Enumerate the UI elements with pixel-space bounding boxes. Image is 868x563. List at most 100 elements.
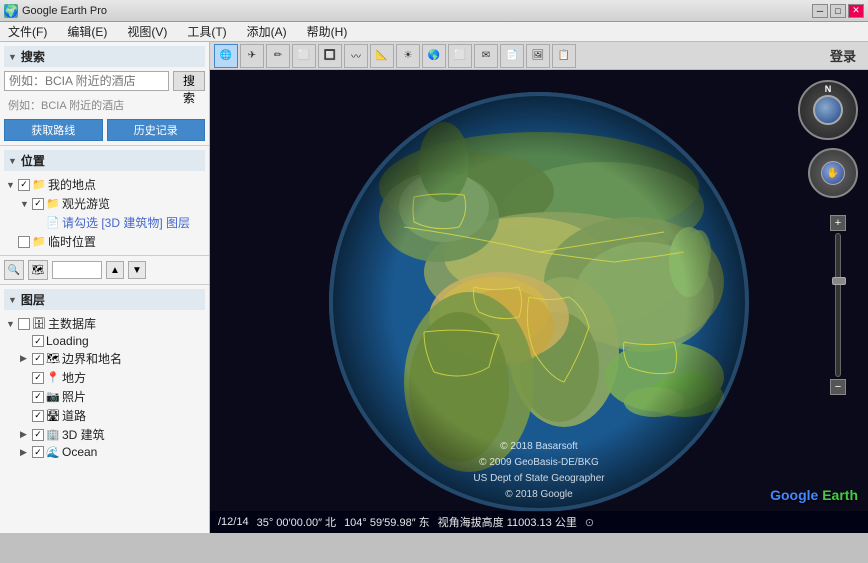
loading-expand-icon <box>20 336 30 346</box>
map-panel[interactable]: 🌐 ✈ ✏ ⬜ 🔲 〰 📐 ☀ 🌎 ⬜ ✉ 📄 🖼 📋 登录 <box>210 42 868 533</box>
ring-inner: ✋ <box>821 161 845 185</box>
toolbar-sun-btn[interactable]: ☀ <box>396 44 420 68</box>
temp-folder-icon: 📁 <box>32 235 46 249</box>
my-places-expand-icon: ▼ <box>6 180 16 190</box>
places-sightseeing[interactable]: ▼ ✓ 📁 观光游览 <box>18 194 205 213</box>
menu-add[interactable]: 添加(A) <box>243 23 291 40</box>
toolbar-rect-btn[interactable]: ⬜ <box>292 44 316 68</box>
zoom-thumb[interactable] <box>832 277 846 285</box>
zoom-slider: + − <box>830 215 846 395</box>
toolbar-circle-btn[interactable]: 🔲 <box>318 44 342 68</box>
sightseeing-container: ▼ ✓ 📁 观光游览 📄 请勾选 [3D 建筑物] 图层 <box>4 194 205 232</box>
layers-section-header[interactable]: ▼ 图层 <box>4 289 205 310</box>
ring-outer[interactable]: ✋ <box>808 148 858 198</box>
sightseeing-checkbox[interactable]: ✓ <box>32 198 44 210</box>
loading-checkbox[interactable]: ✓ <box>32 335 44 347</box>
my-places-checkbox[interactable]: ✓ <box>18 179 30 191</box>
maximize-button[interactable]: □ <box>830 4 846 18</box>
layers-section: ▼ 图层 ▼ 🗄 主数据库 ✓ Loading ▶ <box>0 285 209 533</box>
temp-expand-icon <box>6 237 16 247</box>
get-directions-button[interactable]: 获取路线 <box>4 119 103 141</box>
zoom-track[interactable] <box>835 233 841 377</box>
toolbar-street-btn[interactable]: 🌎 <box>422 44 446 68</box>
my-places-label: 我的地点 <box>48 176 96 193</box>
borders-checkbox[interactable]: ✓ <box>32 353 44 365</box>
layer-loading[interactable]: ✓ Loading <box>18 333 205 349</box>
location-input[interactable] <box>52 261 102 279</box>
toolbar-globe-btn[interactable]: 🌐 <box>214 44 238 68</box>
nav-compass: N <box>798 80 858 140</box>
close-button[interactable]: ✕ <box>848 4 864 18</box>
move-up-button[interactable]: ▲ <box>106 261 124 279</box>
layer-roads[interactable]: ✓ 🛣 道路 <box>18 406 205 425</box>
layer-local[interactable]: ✓ 📍 地方 <box>18 368 205 387</box>
ocean-expand-icon: ▶ <box>20 447 30 458</box>
layer-main-db[interactable]: ▼ 🗄 主数据库 <box>4 314 205 333</box>
places-section-label: 位置 <box>21 152 45 169</box>
main-layout: ▼ 搜索 搜索 例如：BCIA 附近的酒店 获取路线 历史记录 ▼ 位置 ▼ ✓ <box>0 42 868 533</box>
status-lat: 35° 00′00.00″ 北 <box>257 514 336 530</box>
menu-tools[interactable]: 工具(T) <box>183 23 230 40</box>
menu-edit[interactable]: 编辑(E) <box>63 23 111 40</box>
layer-borders[interactable]: ▶ ✓ 🗺 边界和地名 <box>18 349 205 368</box>
search-input[interactable] <box>4 71 169 91</box>
photos-checkbox[interactable]: ✓ <box>32 391 44 403</box>
roads-checkbox[interactable]: ✓ <box>32 410 44 422</box>
move-down-button[interactable]: ▼ <box>128 261 146 279</box>
history-button[interactable]: 历史记录 <box>107 119 206 141</box>
local-checkbox[interactable]: ✓ <box>32 372 44 384</box>
toolbar-email-btn[interactable]: ✉ <box>474 44 498 68</box>
main-db-label: 主数据库 <box>48 315 96 332</box>
loading-label: Loading <box>46 334 89 348</box>
places-3d-note[interactable]: 📄 请勾选 [3D 建筑物] 图层 <box>32 213 205 232</box>
toolbar-image-btn[interactable]: 🖼 <box>526 44 550 68</box>
toolbar-photo-btn[interactable]: ⬜ <box>448 44 472 68</box>
toolbar-fly-btn[interactable]: ✈ <box>240 44 264 68</box>
main-db-checkbox[interactable] <box>18 318 30 330</box>
toolbar-movie-btn[interactable]: 📋 <box>552 44 576 68</box>
toolbar-print-btn[interactable]: 📄 <box>500 44 524 68</box>
left-panel: ▼ 搜索 搜索 例如：BCIA 附近的酒店 获取路线 历史记录 ▼ 位置 ▼ ✓ <box>0 42 210 533</box>
app-icon: 🌍 <box>4 4 18 18</box>
layer-3d-buildings[interactable]: ▶ ✓ 🏢 3D 建筑 <box>18 425 205 444</box>
borders-expand-icon: ▶ <box>20 353 30 364</box>
photos-expand-icon <box>20 392 30 402</box>
places-arrow-icon: ▼ <box>8 156 17 166</box>
3d-checkbox[interactable]: ✓ <box>32 429 44 441</box>
search-actions: 获取路线 历史记录 <box>4 119 205 141</box>
magnify-icon[interactable]: 🔍 <box>4 260 24 280</box>
places-temp[interactable]: 📁 临时位置 <box>4 232 205 251</box>
map-icon[interactable]: 🗺 <box>28 260 48 280</box>
places-section: ▼ 位置 ▼ ✓ 📁 我的地点 ▼ ✓ 📁 观光游览 <box>0 146 209 256</box>
layer-photos[interactable]: ✓ 📷 照片 <box>18 387 205 406</box>
toolbar-measure-btn[interactable]: 📐 <box>370 44 394 68</box>
search-section-header[interactable]: ▼ 搜索 <box>4 46 205 67</box>
layers-children: ✓ Loading ▶ ✓ 🗺 边界和地名 ✓ 📍 地方 <box>4 333 205 460</box>
search-button[interactable]: 搜索 <box>173 71 205 91</box>
earth-globe-svg <box>324 87 754 517</box>
zoom-out-button[interactable]: − <box>830 379 846 395</box>
zoom-in-button[interactable]: + <box>830 215 846 231</box>
menu-view[interactable]: 视图(V) <box>123 23 171 40</box>
3d-icon: 🏢 <box>46 428 60 442</box>
title-bar-left: 🌍 Google Earth Pro <box>4 4 107 18</box>
compass-eye <box>813 95 843 125</box>
minimize-button[interactable]: ─ <box>812 4 828 18</box>
layer-ocean[interactable]: ▶ ✓ 🌊 Ocean <box>18 444 205 460</box>
login-label[interactable]: 登录 <box>822 46 864 65</box>
google-earth-watermark: Google Earth <box>770 487 858 503</box>
menu-help[interactable]: 帮助(H) <box>303 23 352 40</box>
menu-file[interactable]: 文件(F) <box>4 23 51 40</box>
layers-arrow-icon: ▼ <box>8 295 17 305</box>
roads-label: 道路 <box>62 407 86 424</box>
local-expand-icon <box>20 373 30 383</box>
search-arrow-icon: ▼ <box>8 52 17 62</box>
toolbar-path-btn[interactable]: 〰 <box>344 44 368 68</box>
temp-checkbox[interactable] <box>18 236 30 248</box>
compass-outer[interactable]: N <box>798 80 858 140</box>
toolbar-draw-btn[interactable]: ✏ <box>266 44 290 68</box>
places-my-places[interactable]: ▼ ✓ 📁 我的地点 <box>4 175 205 194</box>
ocean-checkbox[interactable]: ✓ <box>32 446 44 458</box>
places-section-header[interactable]: ▼ 位置 <box>4 150 205 171</box>
photos-icon: 📷 <box>46 390 60 404</box>
